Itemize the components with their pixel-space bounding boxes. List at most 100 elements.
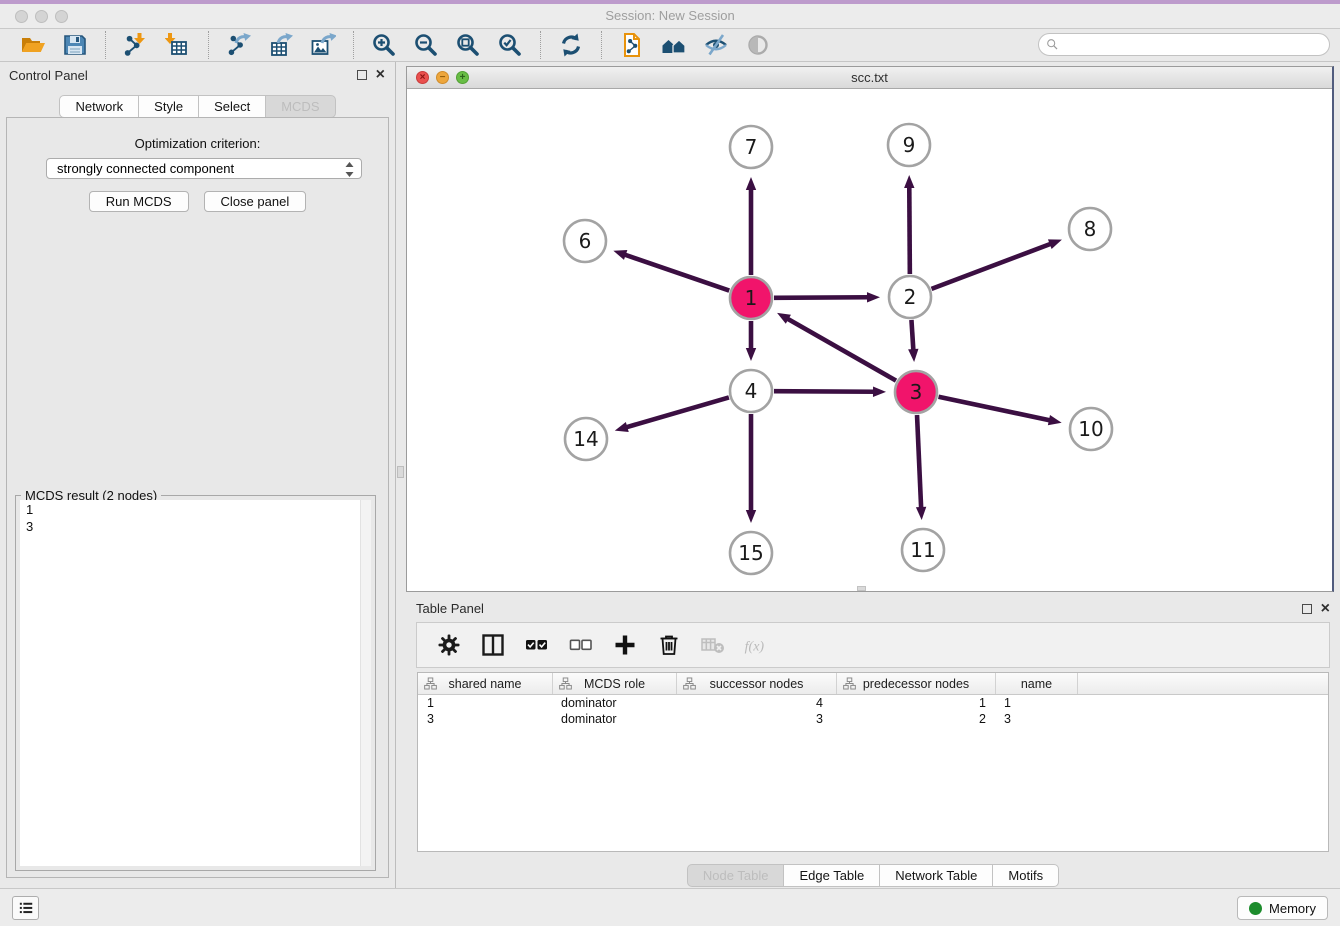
gear-icon[interactable]	[435, 631, 463, 659]
chevron-up-down-icon	[344, 161, 355, 183]
column-header-name[interactable]: name	[996, 673, 1078, 694]
main-toolbar	[0, 29, 1340, 62]
graph-edge-1-7[interactable]	[746, 177, 756, 275]
table-row[interactable]: 1dominator411	[418, 695, 1328, 711]
graph-node-7[interactable]: 7	[730, 126, 772, 168]
graph-node-14[interactable]: 14	[565, 418, 607, 460]
float-table-panel-icon[interactable]	[1302, 604, 1312, 614]
home-icon[interactable]	[660, 31, 688, 59]
clear-selection-icon[interactable]	[567, 631, 595, 659]
tab-network[interactable]: Network	[59, 95, 139, 118]
delete-column-icon[interactable]	[655, 631, 683, 659]
graph-node-1[interactable]: 1	[730, 277, 772, 319]
graph-edge-3-10[interactable]	[939, 397, 1062, 425]
export-table-icon[interactable]	[267, 31, 295, 59]
graph-edge-4-14[interactable]	[615, 397, 729, 432]
close-view-button[interactable]: ×	[416, 71, 429, 84]
close-window-button[interactable]	[15, 10, 28, 23]
table-cell: dominator	[553, 711, 677, 727]
graph-edge-4-3[interactable]	[774, 387, 886, 397]
column-header-label: shared name	[449, 677, 522, 691]
table-row[interactable]: 3dominator323	[418, 711, 1328, 727]
graph-node-9[interactable]: 9	[888, 124, 930, 166]
graph-node-6[interactable]: 6	[564, 220, 606, 262]
column-type-icon	[843, 677, 856, 693]
column-header-predecessor-nodes[interactable]: predecessor nodes	[837, 673, 996, 694]
graph-node-15[interactable]: 15	[730, 532, 772, 574]
status-bar: Memory	[0, 888, 1340, 926]
column-header-shared-name[interactable]: shared name	[418, 673, 553, 694]
graph-edge-3-11[interactable]	[916, 415, 926, 520]
zoom-window-button[interactable]	[55, 10, 68, 23]
table-header-row: shared name MCDS role successor nodesprede…	[418, 673, 1328, 695]
graph-node-10[interactable]: 10	[1070, 408, 1112, 450]
tab-node-table[interactable]: Node Table	[687, 864, 785, 887]
export-network-icon[interactable]	[225, 31, 253, 59]
graph-node-3[interactable]: 3	[895, 371, 937, 413]
svg-text:8: 8	[1084, 217, 1097, 241]
zoom-selected-icon[interactable]	[496, 31, 524, 59]
graph-edge-1-6[interactable]	[613, 250, 729, 290]
maximize-view-button[interactable]: +	[456, 71, 469, 84]
close-panel-icon[interactable]: ×	[376, 70, 385, 80]
tab-edge-table[interactable]: Edge Table	[784, 864, 880, 887]
minimize-view-button[interactable]: −	[436, 71, 449, 84]
task-list-button[interactable]	[12, 896, 39, 920]
zoom-in-icon[interactable]	[370, 31, 398, 59]
graph-edge-2-8[interactable]	[932, 239, 1062, 289]
close-table-panel-icon[interactable]: ×	[1321, 604, 1330, 614]
add-column-icon[interactable]	[611, 631, 639, 659]
table-cell: 3	[677, 711, 837, 727]
save-icon[interactable]	[61, 31, 89, 59]
duplicate-network-icon[interactable]	[618, 31, 646, 59]
column-header-MCDS-role[interactable]: MCDS role	[553, 673, 677, 694]
import-table-icon[interactable]	[164, 31, 192, 59]
graph-node-11[interactable]: 11	[902, 529, 944, 571]
table-cell: 3	[418, 711, 553, 727]
table-panel-titlebar: Table Panel ×	[406, 596, 1340, 620]
graph-node-8[interactable]: 8	[1069, 208, 1111, 250]
export-image-icon[interactable]	[309, 31, 337, 59]
graph-node-2[interactable]: 2	[889, 276, 931, 318]
svg-text:9: 9	[903, 133, 916, 157]
graph-edge-4-15[interactable]	[746, 414, 756, 523]
optimization-criterion-dropdown[interactable]: strongly connected component	[46, 158, 362, 179]
svg-text:14: 14	[573, 427, 598, 451]
tab-style[interactable]: Style	[139, 95, 199, 118]
close-panel-button[interactable]: Close panel	[204, 191, 307, 212]
memory-button[interactable]: Memory	[1237, 896, 1328, 920]
select-all-icon[interactable]	[523, 631, 551, 659]
run-mcds-button[interactable]: Run MCDS	[89, 191, 189, 212]
vertical-splitter-handle[interactable]	[397, 466, 404, 478]
open-folder-icon[interactable]	[19, 31, 47, 59]
hide-view-icon[interactable]	[702, 31, 730, 59]
float-panel-icon[interactable]	[357, 70, 367, 80]
split-columns-icon[interactable]	[479, 631, 507, 659]
tab-mcds[interactable]: MCDS	[266, 95, 335, 118]
graph-edge-3-1[interactable]	[777, 313, 896, 381]
tab-select[interactable]: Select	[199, 95, 266, 118]
graph-edge-2-9[interactable]	[904, 175, 914, 274]
tab-motifs[interactable]: Motifs	[993, 864, 1059, 887]
column-header-label: MCDS role	[584, 677, 645, 691]
graph-node-4[interactable]: 4	[730, 370, 772, 412]
toolbar-separator	[208, 31, 209, 59]
search-input[interactable]	[1064, 36, 1329, 54]
zoom-fit-icon[interactable]	[454, 31, 482, 59]
window-title: Session: New Session	[0, 4, 1340, 28]
inactive-view-icon[interactable]	[744, 31, 772, 59]
result-scrollbar[interactable]	[360, 500, 371, 866]
search-field[interactable]	[1038, 33, 1330, 56]
refresh-icon[interactable]	[557, 31, 585, 59]
import-network-icon[interactable]	[122, 31, 150, 59]
graph-edge-1-4[interactable]	[746, 321, 756, 361]
column-header-successor-nodes[interactable]: successor nodes	[677, 673, 837, 694]
graph-edge-2-3[interactable]	[908, 320, 918, 362]
network-canvas[interactable]: 7 9 6 8 1 2 4 3 14 10 15 11	[407, 89, 1332, 591]
tab-network-table[interactable]: Network Table	[880, 864, 993, 887]
minimize-window-button[interactable]	[35, 10, 48, 23]
zoom-out-icon[interactable]	[412, 31, 440, 59]
mcds-result-textarea[interactable]: 1 3	[20, 500, 371, 866]
horizontal-splitter-handle[interactable]	[857, 586, 866, 591]
graph-edge-1-2[interactable]	[774, 292, 880, 302]
